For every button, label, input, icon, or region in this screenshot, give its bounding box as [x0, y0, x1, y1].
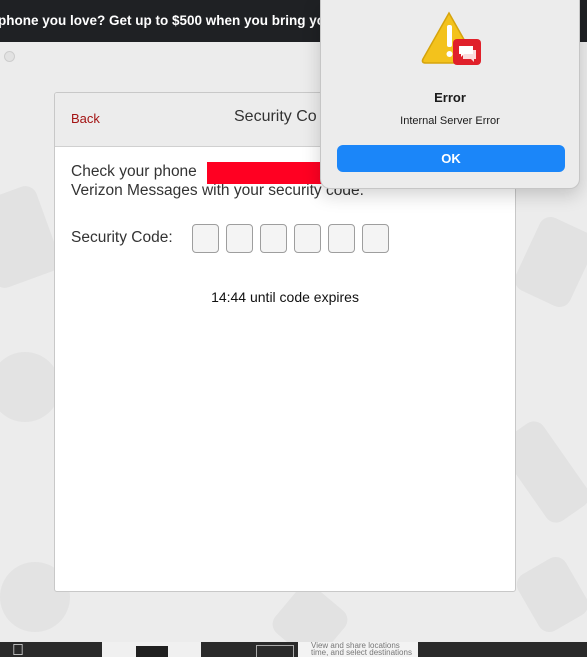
code-digit-input-2[interactable]	[226, 224, 253, 253]
code-digit-input-6[interactable]	[362, 224, 389, 253]
messages-badge-icon	[453, 39, 481, 65]
promo-banner-text: phone you love? Get up to $500 when you …	[0, 13, 339, 28]
apple-icon[interactable]: 	[12, 643, 42, 657]
code-digit-input-1[interactable]	[192, 224, 219, 253]
dock:  View and share locations time, and sel…	[0, 642, 587, 657]
background-decoration	[510, 213, 587, 311]
back-button[interactable]: Back	[71, 111, 100, 126]
alert-message: Internal Server Error	[400, 115, 500, 127]
error-alert: Error Internal Server Error OK	[320, 0, 580, 189]
code-digit-input-3[interactable]	[260, 224, 287, 253]
dock-preview[interactable]: View and share locations time, and selec…	[298, 642, 418, 657]
code-expiry-text: 14:44 until code expires	[211, 289, 359, 305]
code-digit-input-4[interactable]	[294, 224, 321, 253]
alert-title: Error	[434, 90, 466, 105]
background-decoration	[0, 352, 60, 422]
security-code-label: Security Code:	[71, 229, 173, 246]
grid-icon	[136, 646, 168, 657]
dock-item[interactable]	[256, 645, 294, 657]
code-digit-input-5[interactable]	[328, 224, 355, 253]
ok-button[interactable]: OK	[337, 145, 565, 172]
warning-icon	[421, 11, 481, 65]
dock-preview-line-2: time, and select destinations	[311, 648, 412, 657]
window-control-icon[interactable]	[4, 51, 15, 62]
dock-item[interactable]	[102, 642, 201, 657]
background-decoration	[512, 552, 587, 637]
redacted-phone-number	[207, 162, 325, 184]
dialog-title: Security Co	[234, 108, 317, 125]
